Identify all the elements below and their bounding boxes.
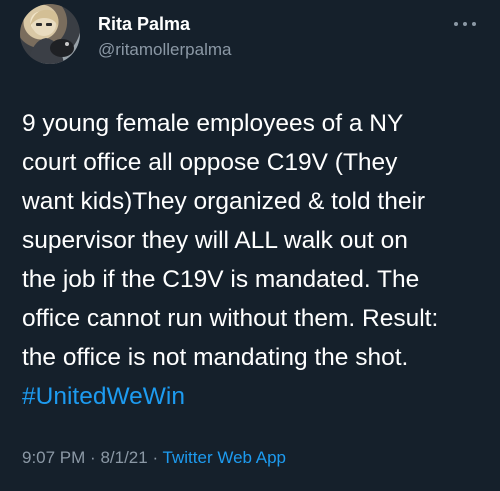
tweet-text-line: the job if the C19V is mandated. The: [22, 266, 420, 293]
tweet-time[interactable]: 9:07 PM: [22, 448, 85, 467]
author-display-name[interactable]: Rita Palma: [98, 14, 190, 35]
avatar-image: [28, 9, 74, 64]
tweet-text-line: supervisor they will ALL walk out on: [22, 227, 408, 254]
tweet-text: 9 young female employees of a NY court o…: [22, 104, 492, 416]
meta-separator: ·: [152, 448, 159, 467]
tweet-card: Rita Palma @ritamollerpalma 9 young fema…: [0, 0, 500, 491]
tweet-text-line: want kids)They organized & told their: [22, 188, 426, 215]
tweet-meta: 9:07 PM · 8/1/21 · Twitter Web App: [22, 448, 286, 468]
more-dot: [454, 22, 458, 26]
hashtag-link[interactable]: #UnitedWeWin: [22, 377, 492, 416]
more-dot: [472, 22, 476, 26]
tweet-text-line: the office is not mandating the shot.: [22, 344, 409, 371]
avatar[interactable]: [20, 4, 80, 64]
tweet-text-line: office cannot run without them. Result:: [22, 305, 439, 332]
tweet-source-link[interactable]: Twitter Web App: [163, 448, 286, 467]
tweet-text-line: 9 young female employees of a NY: [22, 110, 404, 137]
more-dot: [463, 22, 467, 26]
meta-separator: ·: [90, 448, 96, 467]
tweet-date[interactable]: 8/1/21: [100, 448, 147, 467]
more-icon[interactable]: [454, 20, 476, 28]
author-handle[interactable]: @ritamollerpalma: [98, 40, 231, 60]
tweet-text-line: court office all oppose C19V (They: [22, 149, 398, 176]
